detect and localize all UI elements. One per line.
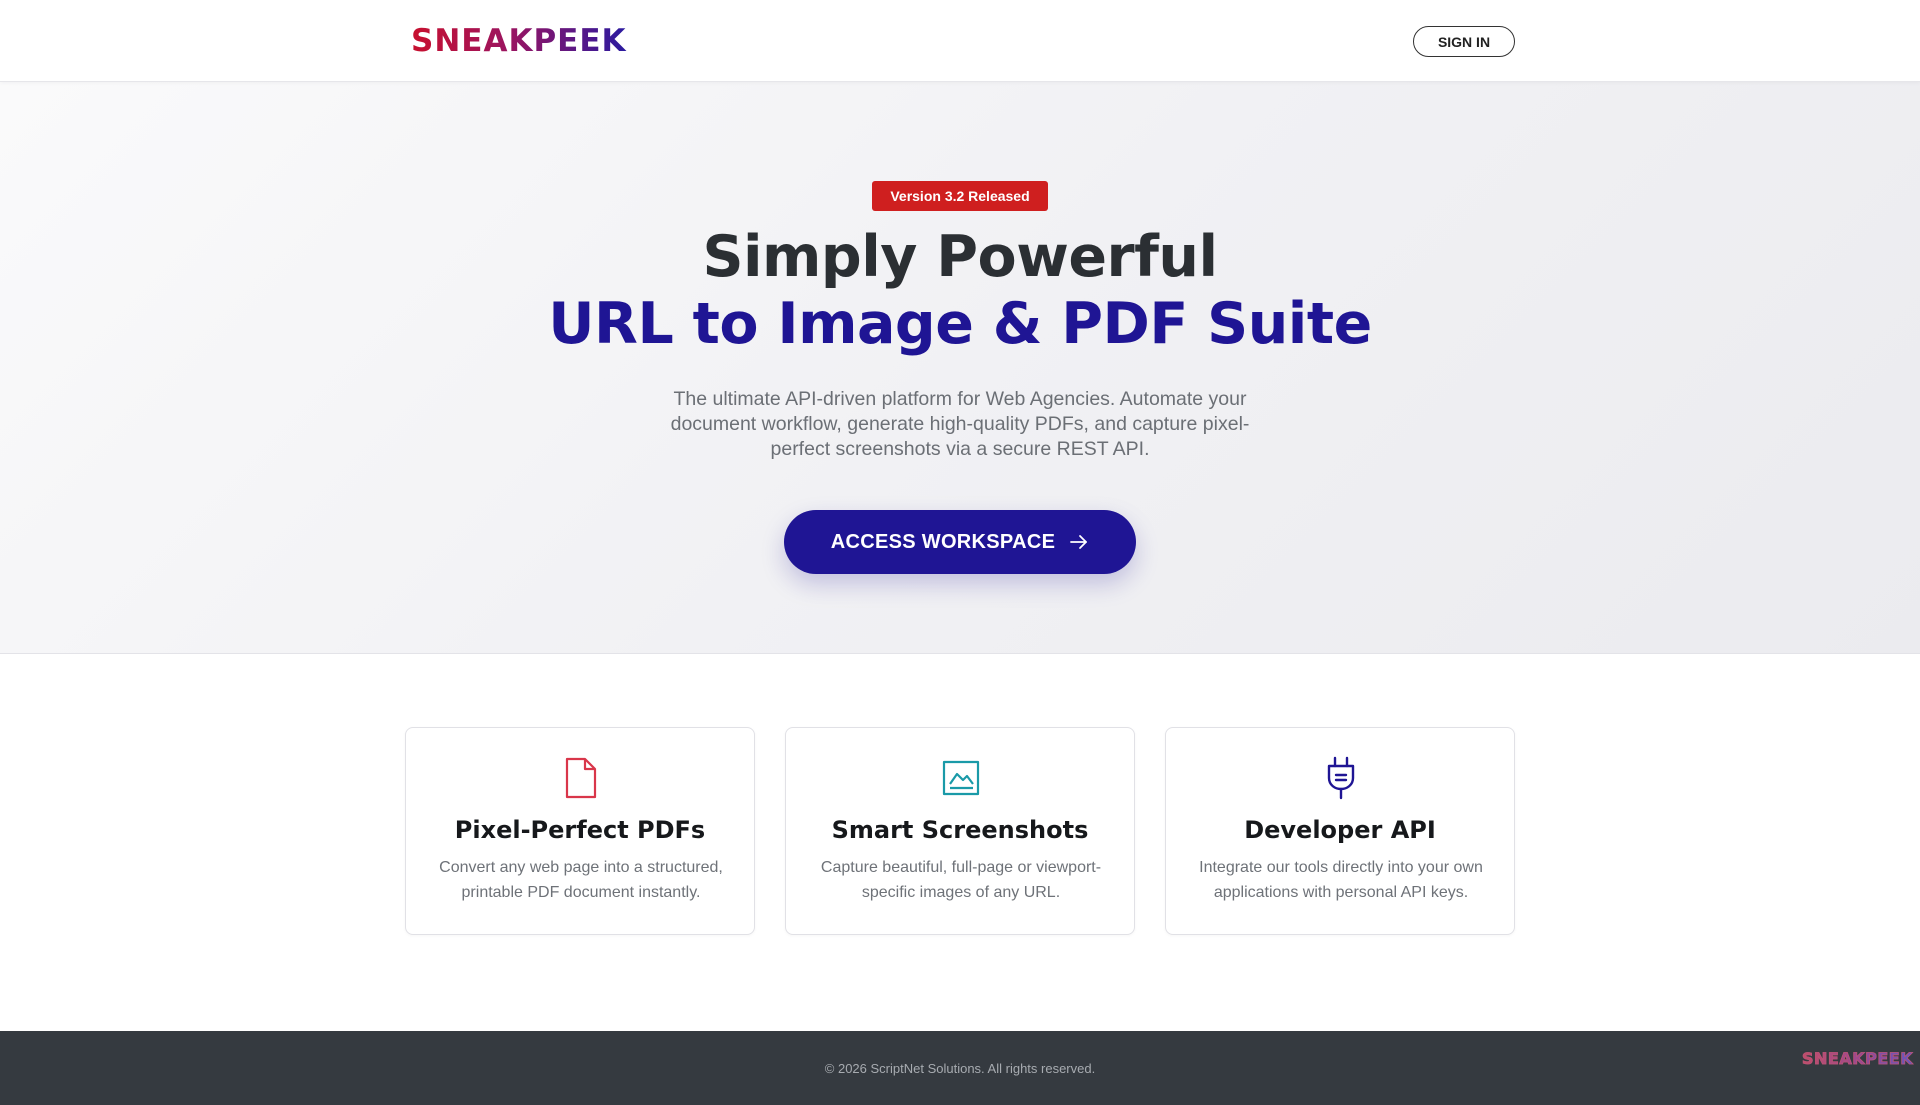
plug-icon [1327, 756, 1355, 800]
cta-label: ACCESS WORKSPACE [830, 530, 1056, 553]
feature-card-screenshots: Smart Screenshots Capture beautiful, ful… [785, 727, 1135, 935]
footer-logo: SNEAKPEEK [1802, 1049, 1914, 1069]
hero-title-line1: Simply Powerful [702, 224, 1218, 290]
sign-in-button[interactable]: SIGN IN [1413, 26, 1515, 57]
file-icon [565, 757, 597, 799]
copyright-text: © 2026 ScriptNet Solutions. All rights r… [824, 1061, 1096, 1076]
site-logo[interactable]: SNEAKPEEK [411, 25, 627, 57]
hero-title-line2: URL to Image & PDF Suite [548, 291, 1372, 357]
feature-title: Smart Screenshots [831, 816, 1089, 844]
version-badge: Version 3.2 Released [872, 181, 1048, 211]
site-header: SNEAKPEEK SIGN IN [0, 0, 1920, 82]
feature-description: Integrate our tools directly into your o… [1199, 859, 1483, 901]
feature-description: Capture beautiful, full-page or viewport… [820, 859, 1102, 901]
hero-subtitle: The ultimate API-driven platform for Web… [670, 388, 1250, 460]
feature-card-api: Developer API Integrate our tools direct… [1165, 727, 1515, 935]
access-workspace-button[interactable]: ACCESS WORKSPACE [784, 510, 1136, 574]
feature-description: Convert any web page into a structured, … [439, 859, 723, 901]
image-icon [942, 760, 980, 796]
site-footer: © 2026 ScriptNet Solutions. All rights r… [0, 1031, 1920, 1105]
hero-section: Version 3.2 Released Simply Powerful URL… [0, 82, 1920, 654]
feature-title: Developer API [1244, 816, 1436, 844]
feature-card-pdf: Pixel-Perfect PDFs Convert any web page … [405, 727, 755, 935]
arrow-right-icon [1070, 535, 1088, 549]
feature-title: Pixel-Perfect PDFs [454, 816, 706, 844]
